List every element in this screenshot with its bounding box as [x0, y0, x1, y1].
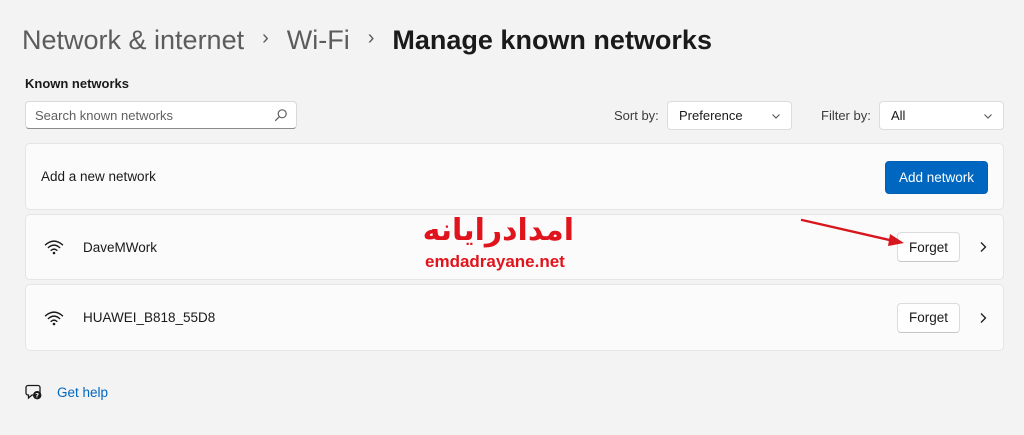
wifi-icon — [44, 310, 64, 326]
network-name: HUAWEI_B818_55D8 — [83, 310, 216, 325]
search-box — [25, 101, 297, 129]
search-icon[interactable] — [274, 108, 288, 122]
sort-dropdown[interactable]: Preference — [667, 101, 792, 130]
chevron-down-icon — [771, 111, 781, 121]
network-name: DaveMWork — [83, 239, 158, 255]
get-help-link[interactable]: ? Get help — [25, 383, 108, 401]
add-network-card: Add a new network Add network — [25, 143, 1004, 210]
filter-value: All — [891, 108, 906, 123]
breadcrumb-network-internet[interactable]: Network & internet — [22, 25, 244, 56]
breadcrumb-separator: › — [262, 26, 269, 49]
chevron-right-icon[interactable] — [977, 241, 989, 253]
chevron-down-icon — [983, 111, 993, 121]
breadcrumb: Network & internet › Wi-Fi › Manage know… — [22, 20, 712, 60]
help-chat-icon: ? — [25, 383, 43, 401]
watermark-logo-persian: امدادرایانه — [422, 213, 574, 248]
get-help-label: Get help — [57, 384, 109, 400]
svg-text:?: ? — [35, 391, 39, 399]
filter-label: Filter by: — [821, 108, 871, 123]
network-item[interactable]: HUAWEI_B818_55D8 Forget — [25, 284, 1004, 351]
sort-value: Preference — [679, 108, 743, 123]
section-title-known-networks: Known networks — [25, 76, 130, 91]
filter-dropdown[interactable]: All — [879, 101, 1004, 130]
watermark-domain: emdadrayane.net — [425, 252, 565, 271]
breadcrumb-separator: › — [367, 26, 375, 49]
sort-label: Sort by: — [614, 108, 659, 123]
add-network-label: Add a new network — [41, 169, 156, 184]
chevron-right-icon[interactable] — [977, 312, 989, 324]
breadcrumb-wifi[interactable]: Wi-Fi — [287, 25, 350, 56]
search-input[interactable] — [26, 102, 274, 128]
forget-button[interactable]: Forget — [897, 302, 960, 333]
wifi-icon — [44, 239, 64, 255]
page-title: Manage known networks — [392, 24, 712, 55]
add-network-button[interactable]: Add network — [885, 161, 988, 194]
annotation-arrow — [800, 218, 904, 246]
